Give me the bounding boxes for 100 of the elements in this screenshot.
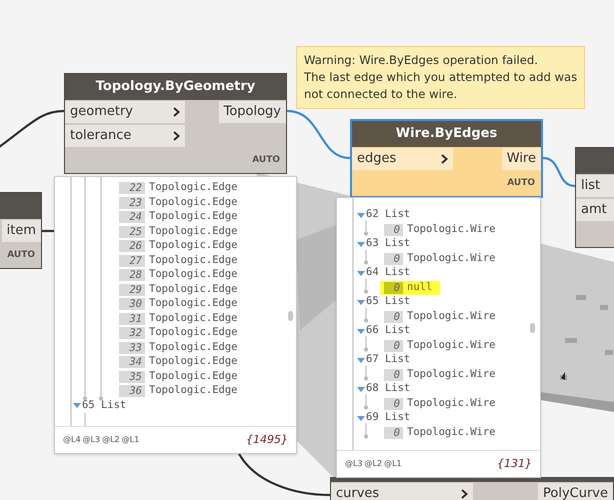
item-index: 33: [119, 342, 145, 354]
node-title: Topology.ByGeometry: [65, 74, 286, 100]
tree-line: [84, 412, 86, 426]
expand-arrow-icon[interactable]: [357, 300, 365, 305]
item-index: 0: [384, 310, 403, 323]
item-value: Topologic.Edge: [149, 296, 238, 312]
item-index: 30: [119, 298, 145, 310]
expand-arrow-icon[interactable]: [357, 328, 365, 334]
output-port[interactable]: Wire: [502, 148, 541, 170]
list-header[interactable]: 65 List: [366, 294, 410, 310]
list-header[interactable]: 65 List: [82, 398, 126, 414]
output-port[interactable]: item: [2, 220, 41, 242]
level-label[interactable]: @L4: [63, 434, 81, 446]
level-label[interactable]: @L1: [384, 458, 402, 470]
tree-connector: [364, 278, 368, 294]
scrollbar-thumb[interactable]: [288, 311, 293, 321]
item-index: 27: [119, 254, 145, 267]
item-value: Topologic.Edge: [149, 383, 238, 398]
output-port[interactable]: Topology: [218, 101, 286, 123]
item-index: 34: [119, 356, 145, 368]
item-value: Topologic.Edge: [149, 340, 238, 355]
expand-arrow-icon[interactable]: [357, 416, 365, 421]
item-value: Topologic.Edge: [149, 282, 238, 297]
node-card[interactable]: item AUTO: [0, 192, 42, 269]
item-value: Topologic.Edge: [149, 354, 238, 370]
expand-arrow-icon[interactable]: [357, 212, 365, 218]
list-header[interactable]: 64 List: [366, 265, 410, 282]
node-card[interactable]: curves PolyCurve: [330, 477, 614, 500]
item-index: 35: [119, 370, 145, 383]
item-value: Topologic.Edge: [149, 238, 238, 254]
tree-connector: [364, 423, 368, 438]
node-card[interactable]: Topology.ByGeometry geometry tolerance Topology AUTO: [64, 73, 287, 174]
input-port[interactable]: list: [576, 175, 614, 197]
item-index: 29: [119, 284, 145, 296]
list-header[interactable]: 63 List: [366, 236, 410, 252]
list-header[interactable]: 62 List: [366, 207, 410, 224]
item-index: 23: [119, 196, 145, 209]
tree-connector: [364, 307, 368, 322]
connector-wire: [286, 110, 350, 160]
item-value: Topologic.Wire: [407, 424, 496, 440]
expand-arrow-icon[interactable]: [73, 403, 81, 408]
scrollbar-thumb[interactable]: [530, 323, 535, 333]
item-value: Topologic.Wire: [407, 250, 496, 266]
chevron-icon: [441, 154, 448, 164]
expand-arrow-icon[interactable]: [357, 242, 365, 247]
level-label[interactable]: @L1: [122, 434, 140, 446]
tree-connector: [364, 336, 368, 352]
item-value: Topologic.Edge: [149, 310, 238, 326]
tree-connector: [364, 220, 368, 236]
item-count: {1495}: [246, 432, 288, 448]
item-index: 36: [119, 385, 145, 398]
expand-arrow-icon[interactable]: [357, 270, 365, 276]
list-header[interactable]: 67 List: [366, 352, 410, 368]
item-index: 0: [384, 340, 403, 352]
tree-connector: [364, 249, 368, 264]
item-index: 0: [384, 398, 403, 410]
item-index: 0: [384, 426, 403, 439]
list-header[interactable]: 66 List: [366, 323, 410, 340]
level-label[interactable]: @L2: [364, 458, 382, 470]
item-value: Topologic.Wire: [407, 366, 496, 382]
input-port[interactable]: edges: [352, 148, 453, 170]
item-index: 24: [119, 211, 145, 224]
node-card[interactable]: list amt: [575, 147, 614, 248]
input-port[interactable]: curves: [331, 483, 473, 500]
item-index: 31: [119, 312, 145, 325]
lacing-label[interactable]: AUTO: [7, 249, 35, 263]
list-header[interactable]: 68 List: [366, 381, 410, 398]
item-value: Topologic.Edge: [149, 224, 238, 239]
list-header[interactable]: 69 List: [366, 410, 410, 426]
item-value: Topologic.Edge: [149, 252, 238, 268]
item-index: 0: [384, 252, 403, 265]
input-port[interactable]: amt: [576, 199, 614, 221]
connector-wire: [42, 230, 56, 232]
chevron-icon: [461, 489, 468, 499]
item-value: Topologic.Edge: [149, 325, 238, 340]
item-index: 22: [119, 182, 145, 194]
lacing-label[interactable]: AUTO: [252, 154, 280, 168]
input-port[interactable]: geometry: [65, 101, 185, 123]
item-value: Topologic.Edge: [149, 180, 238, 196]
level-label[interactable]: @L3: [82, 434, 100, 446]
item-index: 26: [119, 240, 145, 252]
chevron-icon: [173, 107, 180, 117]
level-label[interactable]: @L3: [345, 458, 363, 470]
lacing-label[interactable]: AUTO: [507, 177, 535, 191]
expand-arrow-icon[interactable]: [357, 358, 365, 363]
tree-connector: [364, 394, 368, 410]
item-value: Topologic.Edge: [149, 194, 238, 210]
expand-arrow-icon[interactable]: [357, 386, 365, 392]
tree-connector: [364, 365, 368, 380]
warning-tooltip: Warning: Wire.ByEdges operation failed. The last edge which you attempted to add was not connected to the wire.: [296, 46, 586, 109]
item-index: 0: [384, 282, 403, 294]
item-value: Topologic.Wire: [407, 308, 496, 324]
node-title: Wire.ByEdges: [352, 121, 541, 147]
output-port[interactable]: PolyCurve: [538, 483, 613, 500]
input-port[interactable]: tolerance: [65, 125, 185, 147]
level-label[interactable]: @L2: [102, 434, 120, 446]
item-value: Topologic.Edge: [149, 368, 238, 384]
node-card[interactable]: Wire.ByEdges edges Wire AUTO: [350, 119, 543, 198]
chevron-icon: [173, 131, 180, 141]
item-index: 28: [119, 269, 145, 282]
